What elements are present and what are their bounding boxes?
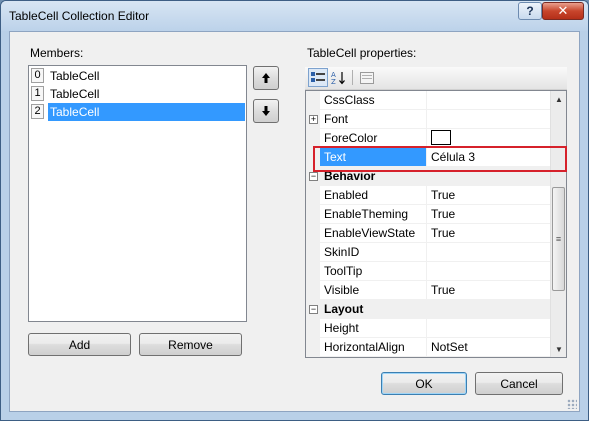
row-gutter — [306, 129, 320, 148]
property-row[interactable]: Text Célula 3 — [306, 148, 550, 167]
color-swatch — [431, 130, 451, 146]
dialog-window: TableCell Collection Editor ? ✕ Members:… — [0, 0, 589, 421]
row-gutter — [306, 148, 320, 167]
category-name: Behavior — [324, 169, 376, 183]
categorized-icon — [311, 71, 325, 82]
property-name: Text — [320, 148, 427, 167]
property-value[interactable] — [427, 129, 550, 148]
remove-button[interactable]: Remove — [139, 333, 242, 356]
property-grid-scrollbar[interactable]: ▲ ≡ ▼ — [550, 91, 566, 357]
row-gutter — [306, 205, 320, 224]
categorized-button[interactable] — [308, 68, 328, 87]
row-gutter — [306, 186, 320, 205]
member-item[interactable]: 0 TableCell — [30, 67, 245, 85]
resize-grip-icon[interactable] — [567, 399, 577, 409]
members-label: Members: — [30, 46, 84, 60]
property-row[interactable]: EnableTheming True — [306, 205, 550, 224]
property-value[interactable]: True — [427, 186, 550, 205]
property-row[interactable]: HorizontalAlign NotSet — [306, 338, 550, 357]
row-gutter — [306, 224, 320, 243]
property-row[interactable]: + Font — [306, 110, 550, 129]
scroll-down-icon[interactable]: ▼ — [551, 341, 566, 357]
property-row[interactable]: CssClass — [306, 91, 550, 110]
property-row[interactable]: SkinID — [306, 243, 550, 262]
property-value[interactable] — [427, 91, 550, 110]
property-row[interactable]: Height — [306, 319, 550, 338]
add-button[interactable]: Add — [28, 333, 131, 356]
ok-button[interactable]: OK — [381, 372, 467, 395]
property-name: HorizontalAlign — [320, 338, 427, 357]
property-name: ToolTip — [320, 262, 427, 281]
title-bar[interactable]: TableCell Collection Editor ? ✕ — [1, 1, 588, 31]
row-gutter — [306, 281, 320, 300]
row-gutter — [306, 243, 320, 262]
alphabetical-button[interactable]: A Z — [329, 68, 349, 87]
property-name: ForeColor — [320, 129, 427, 148]
dialog-client-area: Members: 0 TableCell 1 TableCell 2 TableCell … — [9, 31, 580, 412]
close-icon: ✕ — [557, 3, 569, 18]
property-name: Font — [320, 110, 427, 129]
property-grid-toolbar: A Z — [305, 67, 567, 90]
member-name: TableCell — [50, 69, 100, 83]
row-gutter: + — [306, 110, 320, 129]
alphabetical-icon: A Z — [331, 71, 345, 85]
svg-text:Z: Z — [331, 78, 336, 85]
category-row[interactable]: − Layout — [306, 300, 550, 319]
collapse-icon[interactable]: − — [309, 305, 318, 314]
property-name: CssClass — [320, 91, 427, 110]
property-value[interactable]: True — [427, 281, 550, 300]
properties-label: TableCell properties: — [307, 46, 417, 60]
member-name: TableCell — [48, 103, 245, 121]
property-value[interactable] — [427, 110, 550, 129]
property-value[interactable] — [427, 262, 550, 281]
arrow-down-icon — [262, 106, 270, 116]
row-gutter — [306, 91, 320, 110]
close-button[interactable]: ✕ — [542, 2, 584, 20]
property-row[interactable]: ForeColor — [306, 129, 550, 148]
row-gutter — [306, 319, 320, 338]
member-item[interactable]: 1 TableCell — [30, 85, 245, 103]
property-row[interactable]: ToolTip — [306, 262, 550, 281]
category-name: Layout — [324, 302, 364, 316]
row-gutter — [306, 338, 320, 357]
move-down-button[interactable] — [253, 99, 279, 123]
property-pages-icon — [360, 71, 374, 84]
collapse-icon[interactable]: − — [309, 172, 318, 181]
property-name: SkinID — [320, 243, 427, 262]
property-name: Visible — [320, 281, 427, 300]
property-value[interactable] — [427, 319, 550, 338]
property-pages-button[interactable] — [357, 68, 377, 87]
scroll-thumb[interactable]: ≡ — [552, 187, 565, 291]
row-gutter — [306, 262, 320, 281]
property-value[interactable] — [427, 243, 550, 262]
member-name: TableCell — [50, 87, 100, 101]
property-name: EnableTheming — [320, 205, 427, 224]
member-index: 1 — [31, 86, 44, 101]
scroll-up-icon[interactable]: ▲ — [551, 91, 566, 107]
property-row[interactable]: EnableViewState True — [306, 224, 550, 243]
arrow-up-icon — [262, 73, 270, 83]
property-name: Enabled — [320, 186, 427, 205]
property-name: Height — [320, 319, 427, 338]
member-item[interactable]: 2 TableCell — [30, 103, 245, 121]
category-row[interactable]: − Behavior — [306, 167, 550, 186]
window-title: TableCell Collection Editor — [9, 9, 150, 23]
cancel-button[interactable]: Cancel — [475, 372, 563, 395]
text-value-field[interactable]: Célula 3 — [427, 148, 550, 167]
help-button[interactable]: ? — [518, 2, 542, 20]
property-row[interactable]: Visible True — [306, 281, 550, 300]
property-value[interactable]: True — [427, 205, 550, 224]
move-up-button[interactable] — [253, 66, 279, 90]
members-list[interactable]: 0 TableCell 1 TableCell 2 TableCell — [28, 65, 247, 322]
expand-icon[interactable]: + — [309, 115, 318, 124]
property-value[interactable]: NotSet — [427, 338, 550, 357]
property-value[interactable]: True — [427, 224, 550, 243]
help-icon: ? — [526, 4, 534, 18]
member-index: 0 — [31, 68, 44, 83]
property-grid[interactable]: ▲ ≡ ▼ CssClass + Font ForeColor Text Célula 3… — [305, 90, 567, 358]
property-row[interactable]: Enabled True — [306, 186, 550, 205]
property-name: EnableViewState — [320, 224, 427, 243]
member-index: 2 — [31, 104, 44, 119]
toolbar-separator — [352, 70, 353, 85]
